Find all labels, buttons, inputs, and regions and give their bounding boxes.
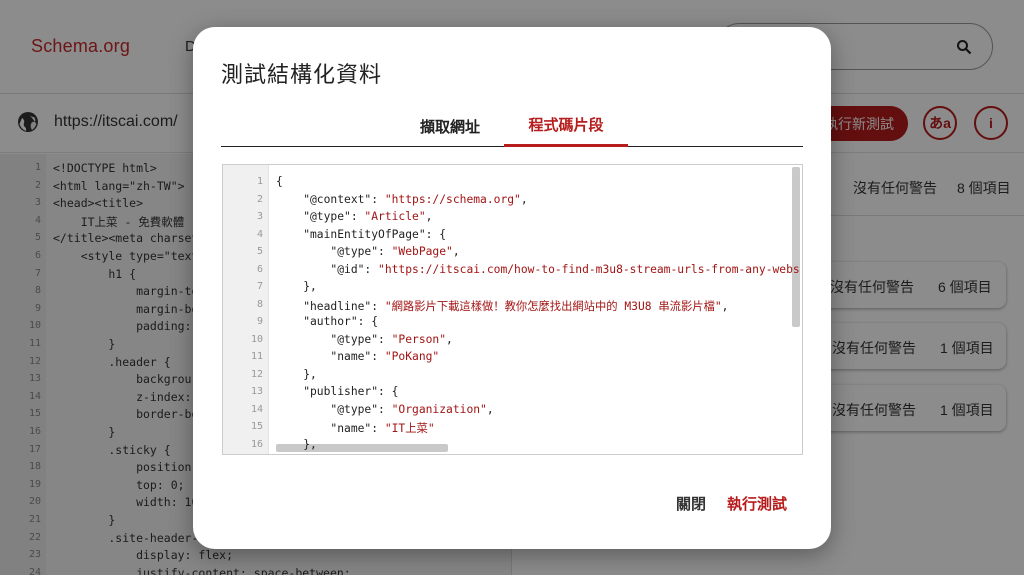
code-key: }, (276, 280, 317, 293)
line-number: 14 (250, 403, 263, 415)
line-number: 1 (256, 176, 263, 187)
code-key: "publisher": { (276, 385, 399, 398)
code-string: "https://itscai.com/how-to-find-m3u8-str… (378, 262, 800, 276)
code-key: "@type": (276, 402, 392, 416)
code-line: "name": "PoKang" (276, 350, 439, 363)
line-number: 9 (256, 316, 263, 327)
code-string: "IT上菜" (384, 422, 435, 435)
line-number: 3 (256, 211, 263, 222)
code-punctuation: , (446, 332, 453, 346)
code-key: "mainEntityOfPage": { (276, 227, 447, 241)
code-key: "headline": (276, 299, 385, 313)
code-editor[interactable]: 1 {2 "@context": "https://schema.org", 3 "… (222, 164, 803, 455)
code-line: "publisher": { (276, 385, 398, 398)
code-line: "name": "IT上菜" (276, 420, 435, 436)
code-punctuation: , (486, 402, 494, 416)
structured-data-dialog: 測試結構化資料 擷取網址 程式碼片段 1 {2 "@context": "http… (193, 27, 831, 549)
vertical-scrollbar[interactable] (792, 167, 800, 327)
code-string: "Person" (391, 332, 447, 346)
line-number: 6 (256, 263, 263, 275)
line-number: 2 (256, 193, 263, 205)
code-line: "mainEntityOfPage": { (276, 228, 446, 241)
close-button[interactable]: 關閉 (676, 493, 706, 514)
line-number: 8 (256, 298, 263, 310)
line-number: 12 (250, 368, 263, 380)
code-line: { (276, 175, 283, 188)
code-punctuation: , (452, 245, 460, 258)
code-string: "PoKang" (384, 350, 440, 363)
tab-bar: 擷取網址 程式碼片段 (221, 105, 803, 147)
code-string: "Article" (364, 210, 426, 223)
code-line: }, (276, 368, 317, 381)
code-line: "@type": "Organization", (276, 402, 494, 416)
code-punctuation: , (721, 299, 729, 313)
code-string: "WebPage" (391, 245, 453, 258)
dialog-title: 測試結構化資料 (221, 62, 383, 87)
line-number: 15 (250, 421, 263, 432)
code-line: "@type": "Article", (276, 210, 432, 223)
code-key: "@context": (276, 192, 385, 206)
line-number: 7 (256, 281, 263, 292)
run-test-button[interactable]: 執行測試 (727, 493, 787, 514)
code-key: "@id": (276, 262, 379, 276)
code-key: "name": (276, 350, 385, 363)
code-key: "@type": (276, 245, 392, 258)
code-key: }, (276, 367, 317, 381)
code-key: "name": (276, 422, 385, 435)
code-key: "@type": (276, 332, 392, 346)
tab-fetch-url[interactable]: 擷取網址 (393, 105, 507, 147)
tab-code-snippet[interactable]: 程式碼片段 (504, 105, 628, 147)
code-string: "Organization" (391, 402, 487, 416)
code-line: "@type": "WebPage", (276, 245, 460, 258)
code-line: }, (276, 438, 317, 451)
code-string: "https://schema.org" (384, 192, 521, 206)
code-line: "headline": "網路影片下載這樣做！教你怎麼找出網站中的 M3U8 串… (276, 298, 728, 314)
line-number: 5 (256, 246, 263, 257)
line-number: 16 (250, 438, 263, 450)
code-line: "author": { (276, 315, 378, 328)
code-key: "@type": (276, 210, 365, 223)
code-key: "author": { (276, 315, 379, 328)
code-line: }, (276, 280, 317, 293)
code-key: }, (276, 437, 317, 451)
line-number: 10 (250, 333, 263, 345)
code-punctuation: , (425, 210, 433, 223)
code-line: "@context": "https://schema.org", (276, 192, 528, 206)
line-number: 4 (256, 228, 263, 240)
code-line: "@type": "Person", (276, 332, 453, 346)
code-key: { (276, 175, 283, 188)
line-number: 13 (250, 386, 263, 397)
line-number: 11 (250, 351, 263, 362)
code-string: "網路影片下載這樣做！教你怎麼找出網站中的 M3U8 串流影片檔" (384, 299, 722, 313)
code-punctuation: , (520, 192, 528, 206)
code-line: "@id": "https://itscai.com/how-to-find-m… (276, 262, 800, 276)
